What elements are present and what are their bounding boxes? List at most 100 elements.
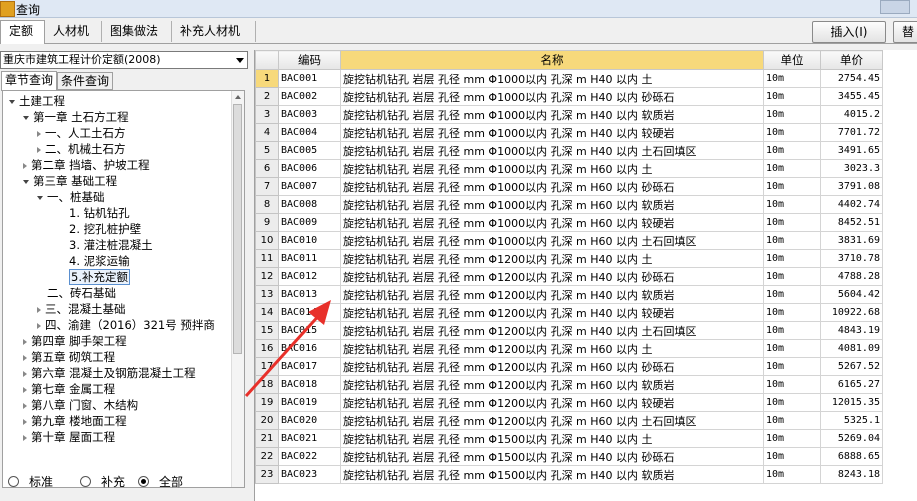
code-cell[interactable]: BAC005 [278,141,341,160]
tab-supplement-material[interactable]: 补充人材机 [172,21,256,42]
tree-node[interactable]: 土建工程 [9,93,65,109]
unit-cell[interactable]: 10m [763,213,821,232]
row-number-cell[interactable]: 14 [255,303,279,322]
tree-node[interactable]: 第九章 楼地面工程 [23,413,127,429]
name-cell[interactable]: 旋挖钻机钻孔 岩层 孔径 mm Φ1000以内 孔深 m H60 以内 较硬岩 [340,213,764,232]
price-cell[interactable]: 4015.2 [820,105,883,124]
unit-cell[interactable]: 10m [763,303,821,322]
price-cell[interactable]: 12015.35 [820,393,883,412]
row-number-cell[interactable]: 2 [255,87,279,106]
tree-node[interactable]: 三、混凝土基础 [37,301,126,317]
table-row[interactable]: 22 BAC022 旋挖钻机钻孔 岩层 孔径 mm Φ1500以内 孔深 m H40… [255,447,883,466]
tree-node[interactable]: 二、砖石基础 [37,285,116,301]
row-number-cell[interactable]: 8 [255,195,279,214]
name-cell[interactable]: 旋挖钻机钻孔 岩层 孔径 mm Φ1000以内 孔深 m H40 以内 土石回填… [340,141,764,160]
scroll-up-icon[interactable] [235,95,241,99]
row-number-cell[interactable]: 10 [255,231,279,250]
price-header[interactable]: 单价 [820,50,883,70]
expanded-triangle-icon[interactable] [9,99,15,104]
row-number-cell[interactable]: 17 [255,357,279,376]
tree-node[interactable]: 一、桩基础 [37,189,105,205]
row-number-cell[interactable]: 21 [255,429,279,448]
code-header[interactable]: 编码 [278,50,341,70]
price-cell[interactable]: 3023.3 [820,159,883,178]
tree-node[interactable]: 2. 挖孔桩护壁 [59,221,141,237]
name-cell[interactable]: 旋挖钻机钻孔 岩层 孔径 mm Φ1200以内 孔深 m H40 以内 软质岩 [340,285,764,304]
unit-cell[interactable]: 10m [763,231,821,250]
collapsed-triangle-icon[interactable] [37,306,41,313]
price-cell[interactable]: 7701.72 [820,123,883,142]
table-row[interactable]: 13 BAC013 旋挖钻机钻孔 岩层 孔径 mm Φ1200以内 孔深 m H40… [255,285,883,304]
code-cell[interactable]: BAC002 [278,87,341,106]
name-cell[interactable]: 旋挖钻机钻孔 岩层 孔径 mm Φ1000以内 孔深 m H60 以内 土石回填… [340,231,764,250]
name-cell[interactable]: 旋挖钻机钻孔 岩层 孔径 mm Φ1500以内 孔深 m H40 以内 软质岩 [340,465,764,484]
radio-standard[interactable]: 标准 [8,473,53,490]
replace-button[interactable]: 替 [893,21,917,43]
code-cell[interactable]: BAC014 [278,303,341,322]
tree-scrollbar[interactable] [231,91,244,487]
row-number-cell[interactable]: 20 [255,411,279,430]
name-cell[interactable]: 旋挖钻机钻孔 岩层 孔径 mm Φ1200以内 孔深 m H60 以内 砂砾石 [340,357,764,376]
code-cell[interactable]: BAC013 [278,285,341,304]
table-row[interactable]: 4 BAC004 旋挖钻机钻孔 岩层 孔径 mm Φ1000以内 孔深 m H40 … [255,123,883,142]
table-row[interactable]: 18 BAC018 旋挖钻机钻孔 岩层 孔径 mm Φ1200以内 孔深 m H60… [255,375,883,394]
code-cell[interactable]: BAC021 [278,429,341,448]
row-number-cell[interactable]: 9 [255,213,279,232]
table-row[interactable]: 12 BAC012 旋挖钻机钻孔 岩层 孔径 mm Φ1200以内 孔深 m H40… [255,267,883,286]
scroll-thumb[interactable] [233,104,242,354]
tree-node[interactable]: 第三章 基础工程 [23,173,117,189]
chevron-down-icon[interactable] [236,58,244,63]
radio-supplement[interactable]: 补充 [80,473,125,490]
collapsed-triangle-icon[interactable] [23,370,27,377]
tree-node[interactable]: 第二章 挡墙、护坡工程 [23,157,150,173]
collapsed-triangle-icon[interactable] [37,322,41,329]
unit-cell[interactable]: 10m [763,87,821,106]
expanded-triangle-icon[interactable] [23,179,29,184]
table-row[interactable]: 3 BAC003 旋挖钻机钻孔 岩层 孔径 mm Φ1000以内 孔深 m H40 … [255,105,883,124]
tree-node[interactable]: 第四章 脚手架工程 [23,333,127,349]
price-cell[interactable]: 4788.28 [820,267,883,286]
tree-node[interactable]: 一、人工土石方 [37,125,126,141]
price-cell[interactable]: 3455.45 [820,87,883,106]
tree-node[interactable]: 第八章 门窗、木结构 [23,397,138,413]
collapsed-triangle-icon[interactable] [23,162,27,169]
price-cell[interactable]: 3491.65 [820,141,883,160]
name-cell[interactable]: 旋挖钻机钻孔 岩层 孔径 mm Φ1200以内 孔深 m H40 以内 较硬岩 [340,303,764,322]
price-cell[interactable]: 5604.42 [820,285,883,304]
row-number-cell[interactable]: 5 [255,141,279,160]
code-cell[interactable]: BAC006 [278,159,341,178]
tree-node[interactable]: 第十章 屋面工程 [23,429,115,445]
code-cell[interactable]: BAC022 [278,447,341,466]
table-row[interactable]: 21 BAC021 旋挖钻机钻孔 岩层 孔径 mm Φ1500以内 孔深 m H40… [255,429,883,448]
unit-cell[interactable]: 10m [763,69,821,88]
tab-chapter-query[interactable]: 章节查询 [1,71,57,91]
name-header[interactable]: 名称 [340,50,764,70]
row-number-cell[interactable]: 18 [255,375,279,394]
tree-node[interactable]: 第六章 混凝土及钢筋混凝土工程 [23,365,196,381]
radio-supplement-dot[interactable] [80,476,91,487]
name-cell[interactable]: 旋挖钻机钻孔 岩层 孔径 mm Φ1000以内 孔深 m H40 以内 较硬岩 [340,123,764,142]
table-row[interactable]: 7 BAC007 旋挖钻机钻孔 岩层 孔径 mm Φ1000以内 孔深 m H60 … [255,177,883,196]
unit-cell[interactable]: 10m [763,159,821,178]
radio-all-dot[interactable] [138,476,149,487]
table-row[interactable]: 5 BAC005 旋挖钻机钻孔 岩层 孔径 mm Φ1000以内 孔深 m H40 … [255,141,883,160]
collapsed-triangle-icon[interactable] [37,130,41,137]
table-row[interactable]: 2 BAC002 旋挖钻机钻孔 岩层 孔径 mm Φ1000以内 孔深 m H40 … [255,87,883,106]
code-cell[interactable]: BAC009 [278,213,341,232]
tab-atlas-method[interactable]: 图集做法 [102,21,172,42]
tab-labor-material-machine[interactable]: 人材机 [45,21,102,42]
tab-quota[interactable]: 定额 [0,20,45,44]
row-number-cell[interactable]: 6 [255,159,279,178]
table-row[interactable]: 8 BAC008 旋挖钻机钻孔 岩层 孔径 mm Φ1000以内 孔深 m H60 … [255,195,883,214]
price-cell[interactable]: 3710.78 [820,249,883,268]
close-window-button[interactable] [880,0,910,14]
collapsed-triangle-icon[interactable] [37,146,41,153]
name-cell[interactable]: 旋挖钻机钻孔 岩层 孔径 mm Φ1200以内 孔深 m H40 以内 土 [340,249,764,268]
row-number-cell[interactable]: 7 [255,177,279,196]
row-number-cell[interactable]: 1 [255,69,279,88]
price-cell[interactable]: 4843.19 [820,321,883,340]
collapsed-triangle-icon[interactable] [23,386,27,393]
name-cell[interactable]: 旋挖钻机钻孔 岩层 孔径 mm Φ1000以内 孔深 m H40 以内 土 [340,69,764,88]
row-number-cell[interactable]: 13 [255,285,279,304]
code-cell[interactable]: BAC010 [278,231,341,250]
